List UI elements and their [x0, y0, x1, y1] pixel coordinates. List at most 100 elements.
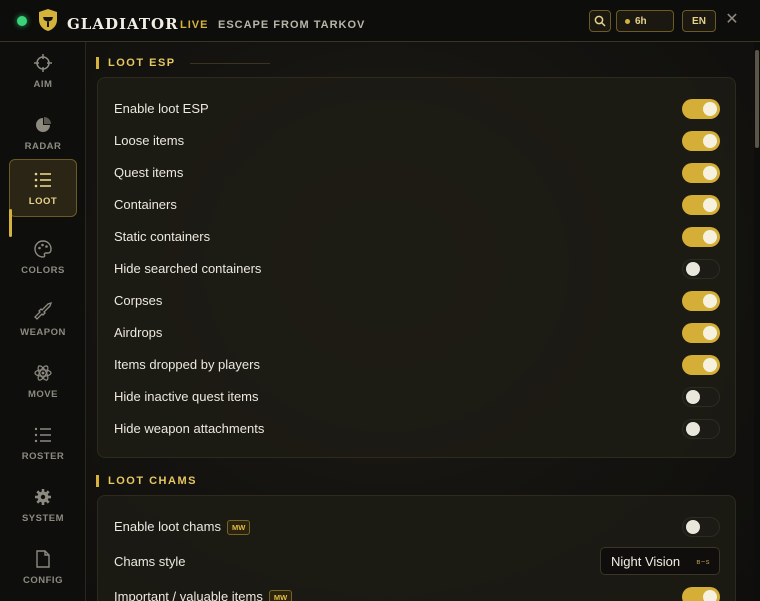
setting-label: Quest items: [114, 165, 184, 180]
list-icon: [34, 172, 51, 187]
section-title: LOOT ESP: [108, 57, 176, 69]
setting-label: Loose items: [114, 133, 185, 148]
toggle-knob: [703, 326, 717, 340]
toggle-switch[interactable]: [682, 419, 720, 439]
toggle-switch[interactable]: [682, 517, 720, 537]
language-button[interactable]: EN: [682, 10, 716, 32]
mw-badge: MW: [268, 590, 293, 601]
toggle-switch[interactable]: [682, 387, 720, 407]
toggle-switch[interactable]: [682, 291, 720, 311]
setting-label: Corpses: [114, 293, 163, 308]
close-icon[interactable]: ✕: [723, 11, 741, 29]
sidebar-item-colors[interactable]: COLORS: [9, 228, 77, 286]
setting-row: Hide searched containers: [98, 252, 735, 284]
setting-label: Items dropped by players: [114, 357, 260, 372]
toggle-switch[interactable]: [682, 227, 720, 247]
setting-label: Enable loot ESP: [114, 101, 209, 116]
toggle-switch[interactable]: [682, 195, 720, 215]
toggle-knob: [703, 230, 717, 244]
setting-row: Loose items: [98, 124, 735, 156]
sidebar-item-weapon[interactable]: WEAPON: [9, 290, 77, 348]
time-dot-icon: [625, 18, 630, 24]
palette-icon: [34, 239, 52, 258]
toggle-knob: [703, 358, 717, 372]
setting-row: Containers: [98, 188, 735, 220]
setting-label: Enable loot chams MW: [114, 519, 251, 535]
sidebar-label: CONFIG: [23, 574, 63, 586]
setting-label: Static containers: [114, 229, 211, 244]
setting-row: Hide weapon attachments: [98, 412, 735, 444]
sidebar-label: ROSTER: [21, 450, 65, 462]
mw-badge: MW: [226, 520, 251, 535]
sidebar-label: AIM: [33, 78, 53, 90]
setting-row: Enable loot ESP: [98, 92, 735, 124]
setting-label-text: Important / valuable items: [114, 589, 263, 601]
toggle-switch[interactable]: [682, 323, 720, 343]
sidebar-item-loot[interactable]: LOOT: [9, 159, 77, 217]
loot-esp-panel: Enable loot ESP Loose items Quest items …: [97, 77, 736, 458]
brand-name: GLADIATOR: [67, 15, 179, 33]
section-title: LOOT CHAMS: [108, 475, 197, 487]
setting-label: Containers: [114, 197, 177, 212]
setting-row: Static containers: [98, 220, 735, 252]
toggle-knob: [686, 422, 700, 436]
setting-label: Hide inactive quest items: [114, 389, 259, 404]
toggle-switch[interactable]: [682, 99, 720, 119]
toggle-knob: [703, 294, 717, 308]
sidebar-label: LOOT: [28, 195, 58, 207]
select-hint: в−s: [696, 557, 710, 566]
sidebar-item-roster[interactable]: ROSTER: [9, 414, 77, 472]
crosshair-icon: [34, 53, 52, 72]
setting-label: Airdrops: [114, 325, 163, 340]
setting-row: Airdrops: [98, 316, 735, 348]
toggle-switch[interactable]: [682, 587, 720, 601]
toggle-switch[interactable]: [682, 355, 720, 375]
title-bar: GLADIATOR LIVE ESCAPE FROM TARKOV 6h EN …: [0, 0, 760, 42]
sidebar-item-move[interactable]: MOVE: [9, 352, 77, 410]
toggle-switch[interactable]: [682, 163, 720, 183]
sidebar-label: MOVE: [28, 388, 58, 400]
toggle-knob: [703, 166, 717, 180]
toggle-knob: [703, 102, 717, 116]
session-time-button[interactable]: 6h: [616, 10, 674, 32]
setting-row: Items dropped by players: [98, 348, 735, 380]
setting-label: Hide searched containers: [114, 261, 262, 276]
toggle-knob: [686, 520, 700, 534]
setting-row: Quest items: [98, 156, 735, 188]
status-indicator: [17, 16, 27, 26]
setting-label: Chams style: [114, 554, 186, 569]
sidebar-item-config[interactable]: CONFIG: [9, 538, 77, 596]
toggle-switch[interactable]: [682, 131, 720, 151]
toggle-knob: [686, 262, 700, 276]
file-icon: [36, 549, 50, 568]
section-divider: [189, 62, 270, 64]
sidebar-item-aim[interactable]: AIM: [9, 42, 77, 100]
sidebar: AIM RADAR LOOT COLORS WEAPON MOVE ROSTER…: [0, 42, 86, 601]
radar-icon: [36, 116, 51, 132]
toggle-switch[interactable]: [682, 259, 720, 279]
setting-label-text: Enable loot chams: [114, 519, 221, 534]
section-accent: [96, 475, 99, 487]
select-value: Night Vision: [611, 553, 681, 569]
setting-row: Corpses: [98, 284, 735, 316]
main-content: LOOT ESP Enable loot ESP Loose items Que…: [86, 42, 754, 601]
section-accent: [96, 57, 99, 69]
sidebar-label: RADAR: [24, 140, 62, 152]
search-icon: [594, 15, 606, 27]
sidebar-item-radar[interactable]: RADAR: [9, 104, 77, 162]
chams-style-select[interactable]: Night Vision в−s: [600, 547, 720, 575]
toggle-knob: [703, 134, 717, 148]
sidebar-item-system[interactable]: SYSTEM: [9, 476, 77, 534]
rifle-icon: [34, 301, 53, 320]
setting-label: Hide weapon attachments: [114, 421, 265, 436]
sidebar-label: COLORS: [21, 264, 65, 276]
setting-row: Important / valuable items MW: [98, 580, 735, 601]
scrollbar-thumb[interactable]: [755, 50, 759, 148]
session-time: 6h: [635, 15, 647, 27]
setting-row: Hide inactive quest items: [98, 380, 735, 412]
setting-row: Enable loot chams MW: [98, 510, 735, 542]
sidebar-label: SYSTEM: [21, 512, 65, 524]
search-button[interactable]: [589, 10, 611, 32]
setting-label: Important / valuable items MW: [114, 589, 293, 601]
game-title: ESCAPE FROM TARKOV: [218, 19, 366, 31]
